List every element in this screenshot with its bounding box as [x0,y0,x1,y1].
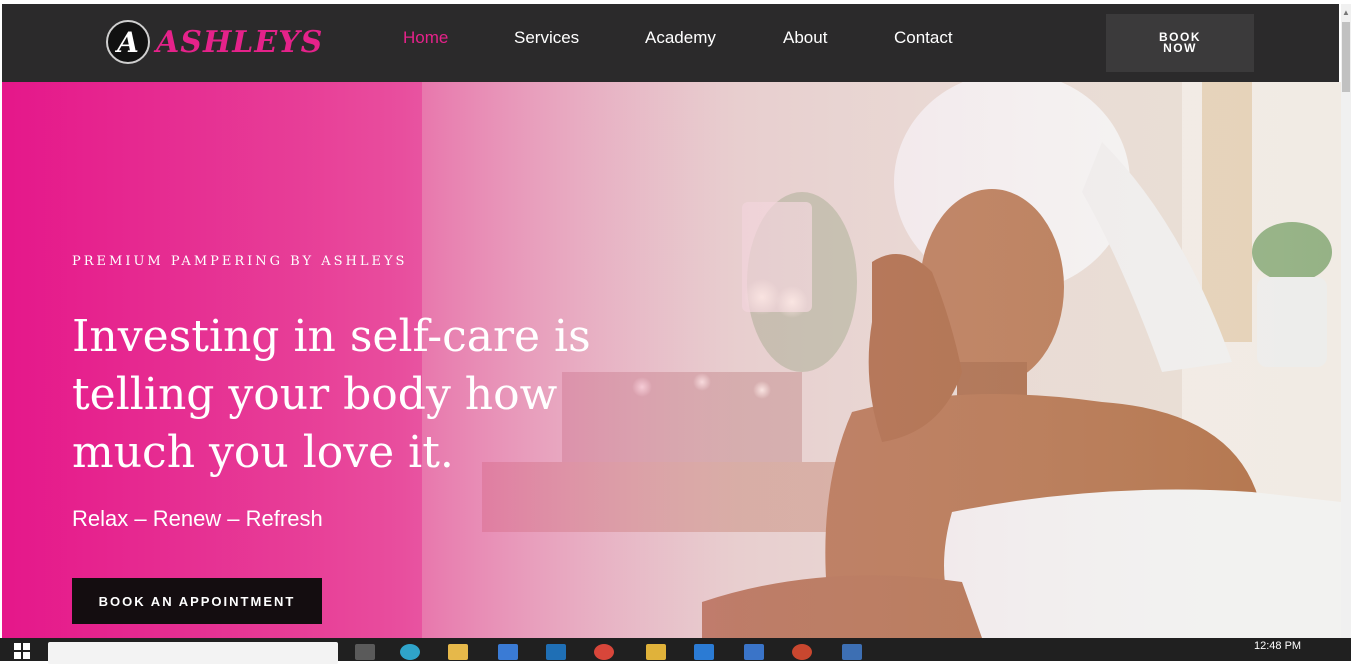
nav-link-academy[interactable]: Academy [645,28,716,48]
nav-link-home[interactable]: Home [403,28,448,48]
site-navbar: A ASHLEYS Home Services Academy About Co… [2,4,1339,82]
scroll-up-icon[interactable]: ▲ [1341,8,1351,18]
nav-link-about[interactable]: About [783,28,827,48]
logo-text: ASHLEYS [156,24,324,60]
task-view-icon[interactable] [355,644,375,660]
app-icon-3[interactable] [842,644,862,660]
app-icon-2[interactable] [792,644,812,660]
edge-browser-icon[interactable] [400,644,420,660]
chrome-icon[interactable] [594,644,614,660]
hero-tagline: Relax – Renew – Refresh [72,506,323,531]
nav-link-services[interactable]: Services [514,28,579,48]
app-icon[interactable] [744,644,764,660]
windows-taskbar: 12:48 PM [0,638,1351,664]
hero-eyebrow: PREMIUM PAMPERING BY ASHLEYS [72,254,408,269]
mail-icon[interactable] [546,644,566,660]
book-now-button[interactable]: BOOK NOW [1106,14,1254,72]
store-icon[interactable] [498,644,518,660]
taskbar-clock[interactable]: 12:48 PM [1254,640,1301,652]
site-logo[interactable]: A ASHLEYS [106,18,323,66]
folder-icon[interactable] [646,644,666,660]
book-appointment-button[interactable]: BOOK AN APPOINTMENT [72,578,322,624]
hero-headline: Investing in self-care is telling your b… [72,311,591,478]
hero-section: PREMIUM PAMPERING BY ASHLEYS Investing i… [2,82,1341,638]
file-explorer-icon[interactable] [448,644,468,660]
nav-link-contact[interactable]: Contact [894,28,953,48]
windows-start-icon[interactable] [14,643,30,659]
scroll-thumb[interactable] [1342,22,1350,92]
book-now-label: BOOK NOW [1159,30,1201,55]
vscode-icon[interactable] [694,644,714,660]
page-scrollbar[interactable]: ▲ [1341,4,1351,638]
logo-badge-icon: A [106,20,150,64]
